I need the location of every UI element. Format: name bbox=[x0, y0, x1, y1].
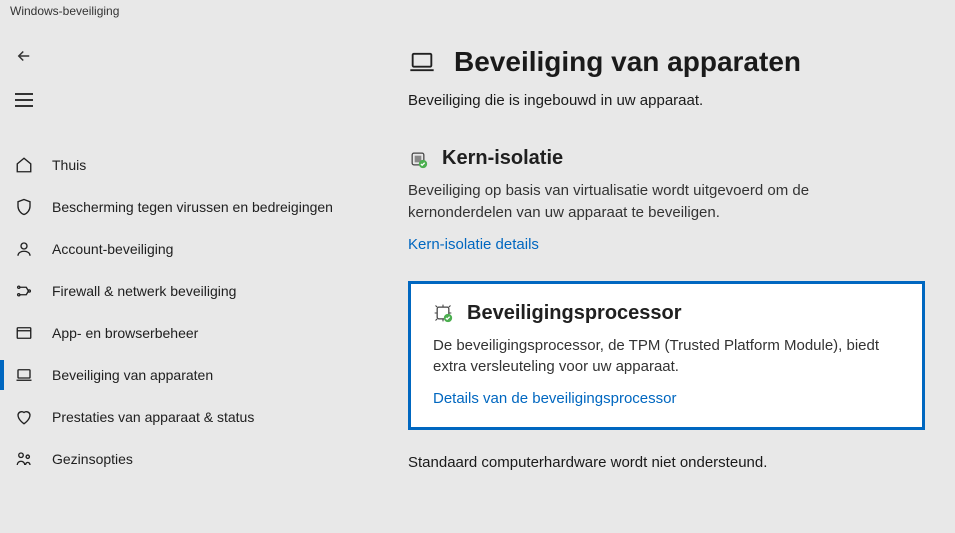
window-title: Windows-beveiliging bbox=[0, 0, 955, 28]
home-icon bbox=[14, 155, 34, 175]
sidebar-item-family[interactable]: Gezinsopties bbox=[0, 438, 390, 480]
section-title: Beveiligingsprocessor bbox=[467, 302, 682, 325]
laptop-icon bbox=[408, 48, 436, 76]
security-processor-details-link[interactable]: Details van de beveiligingsprocessor bbox=[433, 390, 900, 407]
sidebar-item-label: Firewall & netwerk beveiliging bbox=[52, 283, 236, 299]
sidebar-item-label: Bescherming tegen virussen en bedreiging… bbox=[52, 199, 333, 215]
app-browser-icon bbox=[14, 323, 34, 343]
family-icon bbox=[14, 449, 34, 469]
sidebar-item-firewall[interactable]: Firewall & netwerk beveiliging bbox=[0, 270, 390, 312]
chip-check-icon bbox=[408, 149, 428, 169]
sidebar-item-label: Thuis bbox=[52, 157, 86, 173]
back-arrow-icon bbox=[15, 47, 33, 65]
network-icon bbox=[14, 281, 34, 301]
laptop-icon bbox=[14, 365, 34, 385]
processor-check-icon bbox=[433, 303, 453, 323]
sidebar-item-account[interactable]: Account-beveiliging bbox=[0, 228, 390, 270]
sidebar-item-label: App- en browserbeheer bbox=[52, 325, 198, 341]
sidebar-item-label: Beveiliging van apparaten bbox=[52, 367, 213, 383]
shield-icon bbox=[14, 197, 34, 217]
section-description: De beveiligingsprocessor, de TPM (Truste… bbox=[433, 335, 900, 379]
sidebar-item-performance[interactable]: Prestaties van apparaat & status bbox=[0, 396, 390, 438]
sidebar-item-home[interactable]: Thuis bbox=[0, 144, 390, 186]
section-description: Beveiliging op basis van virtualisatie w… bbox=[408, 180, 888, 224]
heart-icon bbox=[14, 407, 34, 427]
sidebar: Thuis Bescherming tegen virussen en bedr… bbox=[0, 28, 390, 533]
hardware-status-text: Standaard computerhardware wordt niet on… bbox=[408, 454, 925, 471]
main-content: Beveiliging van apparaten Beveiliging di… bbox=[390, 28, 955, 533]
section-title: Kern-isolatie bbox=[442, 147, 563, 170]
page-subtitle: Beveiliging die is ingebouwd in uw appar… bbox=[408, 92, 925, 109]
page-title: Beveiliging van apparaten bbox=[454, 46, 801, 78]
sidebar-item-virus[interactable]: Bescherming tegen virussen en bedreiging… bbox=[0, 186, 390, 228]
hamburger-icon bbox=[15, 93, 33, 107]
person-icon bbox=[14, 239, 34, 259]
section-core-isolation: Kern-isolatie Beveiliging op basis van v… bbox=[408, 147, 925, 253]
section-security-processor-highlight: Beveiligingsprocessor De beveiligingspro… bbox=[408, 281, 925, 431]
sidebar-item-label: Account-beveiliging bbox=[52, 241, 173, 257]
back-button[interactable] bbox=[6, 38, 42, 74]
menu-button[interactable] bbox=[6, 82, 42, 118]
sidebar-item-app[interactable]: App- en browserbeheer bbox=[0, 312, 390, 354]
sidebar-item-label: Prestaties van apparaat & status bbox=[52, 409, 254, 425]
core-isolation-details-link[interactable]: Kern-isolatie details bbox=[408, 236, 925, 253]
sidebar-item-device-security[interactable]: Beveiliging van apparaten bbox=[0, 354, 390, 396]
sidebar-item-label: Gezinsopties bbox=[52, 451, 133, 467]
